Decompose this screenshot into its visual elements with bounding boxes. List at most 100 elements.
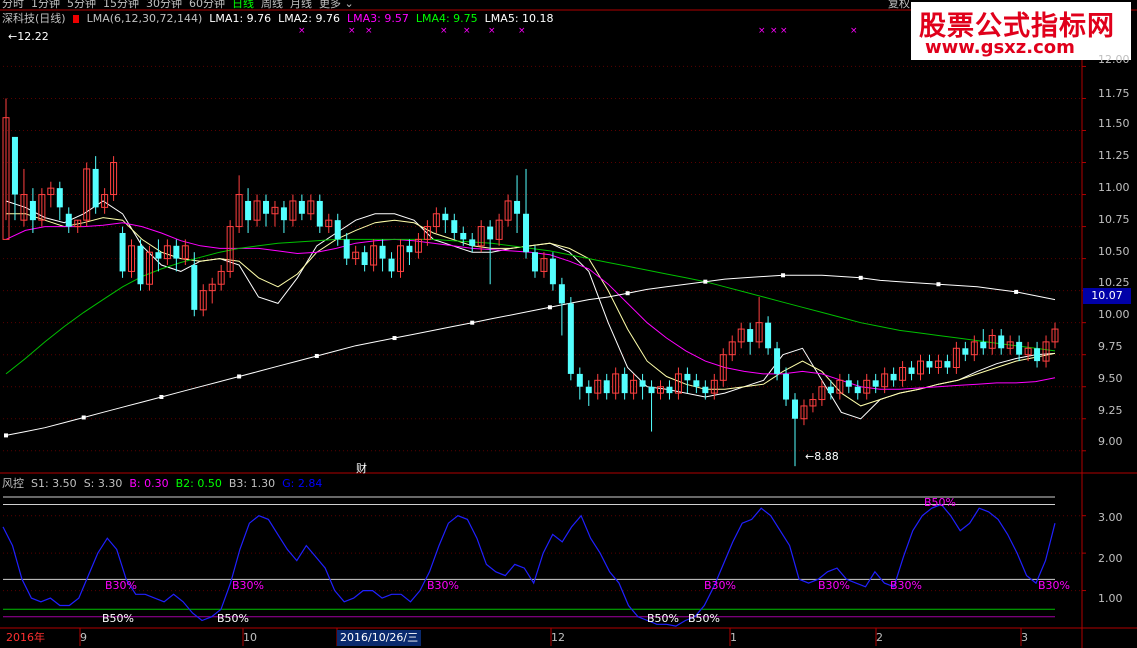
signal-mark: × <box>488 26 496 36</box>
candle-body-down <box>558 284 565 304</box>
date-tick: 3 <box>1021 631 1028 644</box>
period-tab[interactable]: 15分钟 <box>103 0 139 10</box>
signal-mark: × <box>518 26 526 36</box>
candle-body-down <box>854 386 861 394</box>
candle-body-down <box>926 361 933 368</box>
signal-label: B50% <box>688 612 720 625</box>
period-tab[interactable]: 5分钟 <box>67 0 96 10</box>
period-tab[interactable]: 60分钟 <box>189 0 225 10</box>
ma-marker <box>314 353 319 358</box>
signal-mark: × <box>348 26 356 36</box>
candle-body-down <box>791 399 798 419</box>
candle-body-down <box>487 226 494 240</box>
signal-label: B30% <box>818 579 850 592</box>
chevron-down-icon: ⌄ <box>344 0 354 10</box>
candle-body-down <box>406 245 413 253</box>
candle-body-down <box>576 373 583 387</box>
candle-body-down <box>1034 348 1041 362</box>
ma-marker <box>159 394 164 399</box>
candle-body-down <box>29 200 36 221</box>
candle-body-down <box>514 200 521 214</box>
signal-label: B30% <box>704 579 736 592</box>
candle-body-down <box>980 341 987 349</box>
sub-tick: 2.00 <box>1098 552 1123 565</box>
date-tick: 2 <box>876 631 883 644</box>
price-tick: 10.00 <box>1098 308 1130 321</box>
b-label: B: 0.30 <box>129 477 169 490</box>
b2-label: B2: 0.50 <box>175 477 222 490</box>
candle-body-down <box>316 200 323 227</box>
lock-icon <box>73 15 80 23</box>
low-value: 8.88 <box>814 450 839 463</box>
date-tick: 2016年 <box>6 631 45 644</box>
candle-body-down <box>361 252 368 266</box>
lma1-label: LMA1: 9.76 <box>209 12 272 25</box>
period-tab-active[interactable]: 日线 <box>232 0 254 10</box>
ma-marker <box>392 336 397 341</box>
date-tick: 9 <box>80 631 87 644</box>
sub-legend: 风控 S1: 3.50 S: 3.30 B: 0.30 B2: 0.50 B3:… <box>2 477 322 491</box>
price-tick: 9.75 <box>1098 340 1123 353</box>
period-tab[interactable]: 分时 <box>2 0 24 10</box>
candle-body-down <box>585 386 592 394</box>
lma4-label: LMA4: 9.75 <box>415 12 478 25</box>
candle-body-down <box>280 207 287 221</box>
ma-marker <box>470 320 475 325</box>
signal-label: B30% <box>890 579 922 592</box>
period-tab[interactable]: 周线 <box>261 0 283 10</box>
signal-label: B30% <box>105 579 137 592</box>
ma-marker <box>936 282 941 287</box>
candle-body-down <box>944 361 951 368</box>
period-toolbar: 分时 1分钟 5分钟 15分钟 30分钟 60分钟 日线 周线 月线 更多 ⌄ <box>2 0 422 10</box>
candle-body-down <box>245 200 252 221</box>
candle-body-down <box>603 380 610 394</box>
candle-body-down <box>298 200 305 214</box>
signal-label: B50% <box>102 612 134 625</box>
signal-label: B50% <box>924 496 956 509</box>
candle-body-down <box>460 232 467 240</box>
period-tab[interactable]: 月线 <box>290 0 312 10</box>
date-tick: 1 <box>730 631 737 644</box>
more-dropdown[interactable]: 更多 <box>319 0 341 10</box>
signal-mark: × <box>850 26 858 36</box>
period-tab[interactable]: 30分钟 <box>146 0 182 10</box>
candle-body-down <box>11 136 18 195</box>
indicator-params: LMA(6,12,30,72,144) <box>86 12 203 25</box>
period-tab[interactable]: 1分钟 <box>31 0 60 10</box>
main-legend: 深科技(日线) LMA(6,12,30,72,144) LMA1: 9.76 L… <box>2 12 554 26</box>
price-tick: 9.00 <box>1098 435 1123 448</box>
candle-body-down <box>998 335 1005 349</box>
cursor-date: 2016/10/26/三 <box>337 630 422 646</box>
candle-body-down <box>65 213 72 227</box>
candle-body-down <box>92 168 99 208</box>
candle-body-down <box>621 373 628 394</box>
indicator-name: 风控 <box>2 477 24 490</box>
site-logo: 股票公式指标网 www.gsxz.com <box>911 2 1131 60</box>
low-annotation: ←8.88 <box>805 450 839 463</box>
finance-marker[interactable]: 财 <box>356 460 367 476</box>
fuquan-button[interactable]: 复权 <box>888 0 910 10</box>
ma-marker <box>4 433 8 438</box>
signal-label: B30% <box>232 579 264 592</box>
candle-body-down <box>639 380 646 387</box>
s1-label: S1: 3.50 <box>31 477 77 490</box>
candle-body-down <box>890 373 897 381</box>
signal-label: B50% <box>217 612 249 625</box>
ma-line-lma5 <box>5 274 1056 436</box>
ma-line-lma4 <box>5 238 1056 375</box>
price-tick: 10.75 <box>1098 213 1130 226</box>
candle-body-down <box>765 322 772 349</box>
candle-body-down <box>388 258 395 272</box>
stock-chart[interactable]: × × × × × × × × × × × <box>0 0 1137 648</box>
price-tick: 11.50 <box>1098 117 1130 130</box>
candle-body-down <box>872 380 879 387</box>
s-label: S: 3.30 <box>83 477 123 490</box>
ma-marker <box>858 275 863 280</box>
sub-tick: 3.00 <box>1098 511 1123 524</box>
candle-body-down <box>451 220 458 233</box>
candle-body-down <box>469 239 476 246</box>
g-label: G: 2.84 <box>282 477 323 490</box>
b3-label: B3: 1.30 <box>228 477 276 490</box>
lma3-label: LMA3: 9.57 <box>346 12 409 25</box>
signal-mark: × <box>463 26 471 36</box>
